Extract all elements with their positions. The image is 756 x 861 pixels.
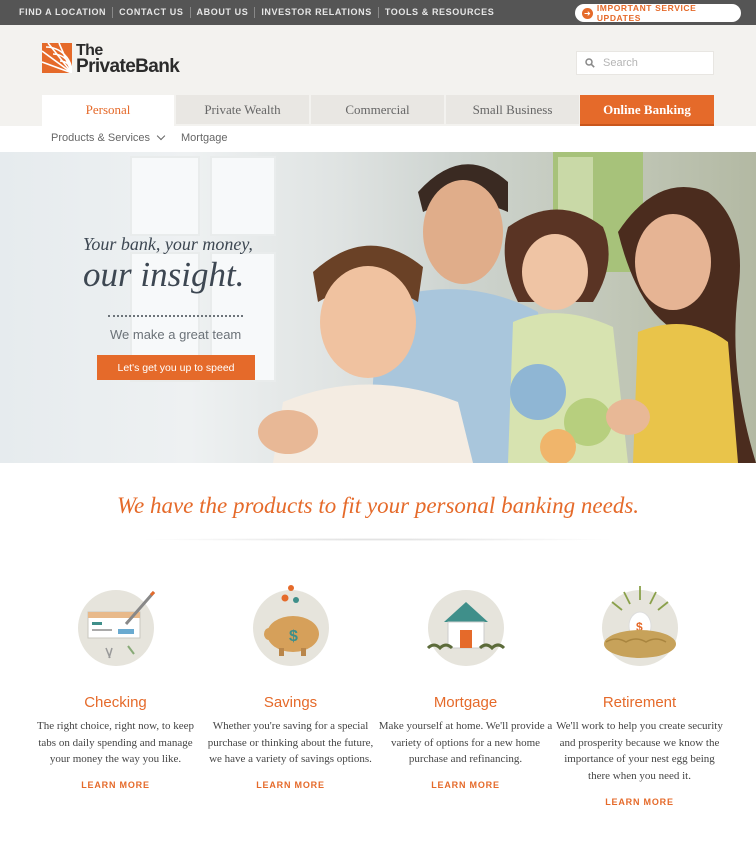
products-services-dropdown[interactable]: Products & Services — [51, 131, 166, 144]
retirement-title: Retirement — [602, 694, 677, 711]
tools-resources-link[interactable]: TOOLS & RESOURCES — [379, 7, 501, 18]
sub-nav: Products & Services Mortgage — [0, 126, 756, 152]
svg-text:$: $ — [289, 628, 298, 645]
hero-text: Your bank, your money, our insight. We m… — [83, 234, 253, 342]
checkbook-icon — [76, 584, 156, 666]
logo-line-2: PrivateBank — [76, 56, 180, 77]
important-service-updates-label: IMPORTANT SERVICE UPDATES — [596, 3, 697, 23]
mortgage-description: Make yourself at home. We'll provide a v… — [378, 720, 553, 766]
tab-small-business[interactable]: Small Business — [446, 95, 579, 126]
chevron-down-icon — [156, 131, 166, 141]
product-retirement: $ Retirement We'll work to help you crea… — [552, 584, 727, 807]
house-icon — [426, 584, 506, 666]
retirement-description: We'll work to help you create security a… — [556, 720, 723, 783]
arrow-right-icon: ➜ — [582, 7, 593, 19]
contact-us-link[interactable]: CONTACT US — [113, 7, 191, 18]
search-icon — [585, 58, 595, 68]
logo-wordmark: The PrivateBank — [76, 43, 180, 77]
tab-private-wealth[interactable]: Private Wealth — [176, 95, 309, 126]
product-savings: $ Savings Whether you're saving for a sp… — [203, 584, 378, 790]
piggy-bank-icon: $ — [251, 584, 331, 666]
get-up-to-speed-button[interactable]: Let's get you up to speed — [97, 355, 255, 380]
logo-sunburst-icon — [42, 43, 72, 73]
hero-banner: Your bank, your money, our insight. We m… — [0, 152, 756, 463]
hero-headline-line-2: our insight. — [83, 255, 245, 294]
nest-egg-icon: $ — [600, 584, 680, 666]
hero-window-pane — [130, 156, 200, 236]
search-input[interactable] — [603, 57, 703, 69]
products-headline: We have the products to fit your persona… — [116, 493, 640, 518]
checking-learn-more-link[interactable]: LEARN MORE — [28, 780, 203, 790]
family-photo — [258, 152, 756, 463]
product-mortgage: Mortgage Make yourself at home. We'll pr… — [378, 584, 553, 790]
privatebank-logo[interactable]: The PrivateBank — [42, 43, 182, 79]
about-us-link[interactable]: ABOUT US — [191, 7, 256, 18]
online-banking-button[interactable]: Online Banking — [580, 95, 714, 126]
hero-tagline: We make a great team — [110, 327, 242, 342]
find-location-link[interactable]: FIND A LOCATION — [13, 7, 114, 18]
utility-links: FIND A LOCATION CONTACT US ABOUT US INVE… — [13, 0, 500, 25]
savings-learn-more-link[interactable]: LEARN MORE — [203, 780, 378, 790]
product-checking: Checking The right choice, right now, to… — [28, 584, 203, 790]
search-box[interactable] — [576, 51, 714, 75]
important-service-updates-button[interactable]: ➜ IMPORTANT SERVICE UPDATES — [575, 3, 741, 23]
hero-headline-line-1: Your bank, your money, — [83, 234, 253, 254]
site-header: The PrivateBank Personal Private Wealth … — [0, 25, 756, 126]
savings-title: Savings — [263, 694, 318, 711]
tab-personal[interactable]: Personal — [42, 95, 174, 126]
savings-description: Whether you're saving for a special purc… — [207, 720, 374, 766]
tab-commercial[interactable]: Commercial — [311, 95, 444, 126]
section-divider — [138, 538, 618, 541]
mortgage-title: Mortgage — [433, 694, 498, 711]
checking-description: The right choice, right now, to keep tab… — [37, 720, 194, 766]
investor-relations-link[interactable]: INVESTOR RELATIONS — [255, 7, 379, 18]
hero-dotted-divider — [108, 315, 243, 317]
retirement-learn-more-link[interactable]: LEARN MORE — [552, 797, 727, 807]
mortgage-subnav-link[interactable]: Mortgage — [181, 132, 227, 144]
checking-title: Checking — [84, 694, 147, 711]
mortgage-learn-more-link[interactable]: LEARN MORE — [378, 780, 553, 790]
utility-bar: FIND A LOCATION CONTACT US ABOUT US INVE… — [0, 0, 756, 25]
products-services-label: Products & Services — [51, 132, 151, 144]
